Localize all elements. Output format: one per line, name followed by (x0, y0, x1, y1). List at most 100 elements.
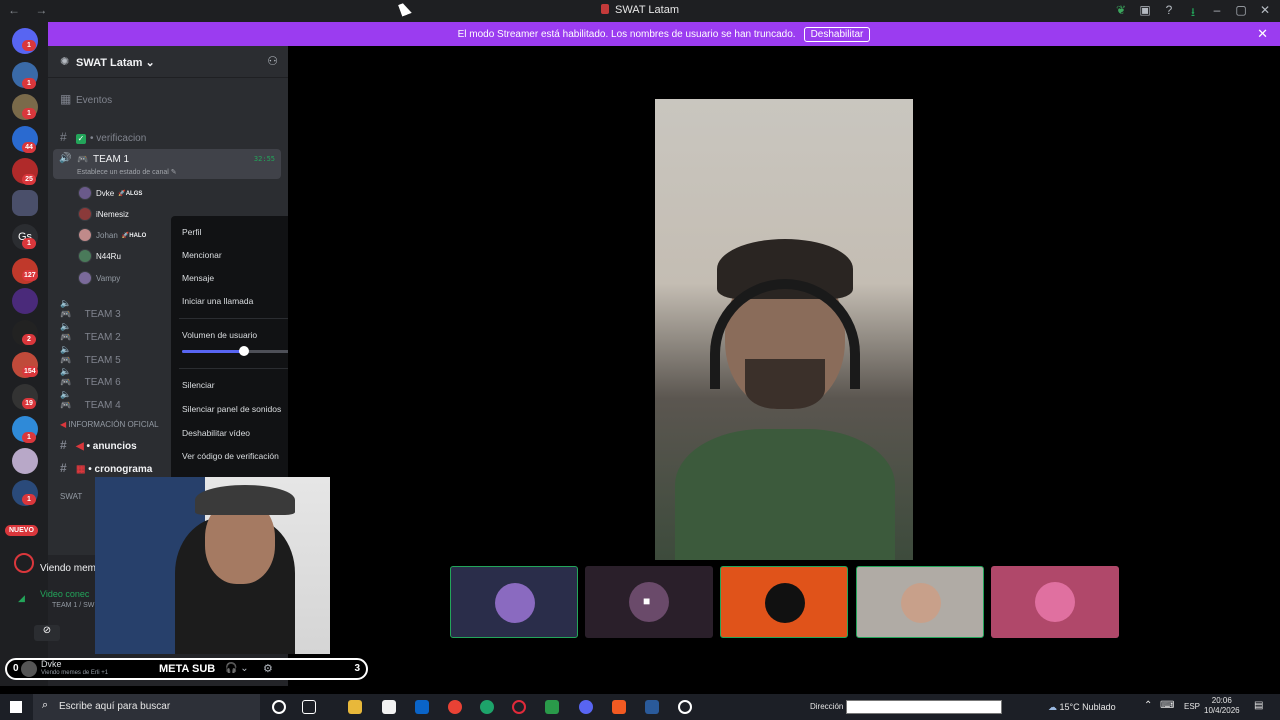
tray-chevron-icon[interactable]: ⌃ (1144, 700, 1152, 711)
voice-member[interactable]: iNemesiz (78, 207, 129, 221)
server-icon[interactable] (12, 288, 38, 314)
app-icon[interactable] (678, 700, 692, 714)
hash-icon: # (60, 130, 67, 144)
banner-close-icon[interactable]: ✕ (1257, 26, 1268, 42)
calendar-icon: ▦ (60, 92, 72, 106)
voice-member[interactable]: N44Ru (78, 249, 121, 263)
download-icon[interactable]: ⭳ (1186, 3, 1200, 24)
menu-item-mute[interactable]: Silenciar (182, 380, 215, 390)
menu-item-verify[interactable]: Ver código de verificación (182, 451, 279, 461)
signal-icon: ◢ (18, 593, 25, 603)
headset-icon[interactable]: 🎧 ⌄ (225, 663, 249, 674)
server-icon[interactable] (12, 448, 38, 474)
speaker-icon: 🔈 🎮 (60, 298, 72, 319)
main-video-feed[interactable] (655, 99, 913, 560)
screen-share-off-icon[interactable]: ⊘ (34, 625, 60, 641)
avatar (901, 583, 941, 623)
menu-item-profile[interactable]: Perfil (182, 227, 201, 237)
clock[interactable]: 20:06 10/4/2026 (1204, 696, 1240, 716)
steam-icon[interactable] (645, 700, 659, 714)
streamer-webcam (95, 477, 330, 654)
category-label: INFORMACIÓN OFICIAL (68, 420, 159, 429)
user-status: Viendo memes de Erli +1 (41, 670, 109, 676)
weather-widget[interactable]: ☁ 15°C Nublado (1048, 702, 1116, 713)
voice-connected-text[interactable]: Video conec (40, 589, 89, 599)
speaker-icon: 🔈 🎮 (60, 389, 72, 410)
category-info[interactable]: ◀ INFORMACIÓN OFICIAL (60, 420, 159, 429)
windows-start-icon[interactable] (10, 701, 22, 713)
voice-member[interactable]: Johan 🚀HALO (78, 228, 146, 242)
edge-icon[interactable] (480, 700, 494, 714)
voice-channel[interactable]: 🔈 🎮 TEAM 4 (60, 389, 121, 411)
close-icon[interactable]: ✕ (1258, 3, 1272, 24)
avatar (78, 207, 92, 221)
speaker-icon: 🔊 (59, 153, 72, 164)
server-header[interactable]: ✺ SWAT Latam ⌄ ⚇ (48, 46, 288, 78)
voice-channel[interactable]: 🔈 🎮 TEAM 5 (60, 344, 121, 366)
channel-label: • cronograma (88, 464, 153, 475)
store-icon[interactable] (382, 700, 396, 714)
channel-events[interactable]: ▦ Eventos (60, 92, 112, 106)
category-swat[interactable]: SWAT (60, 492, 82, 501)
volume-slider[interactable] (182, 346, 305, 356)
category-label: SWAT (60, 492, 83, 501)
channel-label: TEAM 3 (84, 309, 121, 320)
avatar (78, 228, 92, 242)
inbox-icon[interactable]: ▣ (1138, 3, 1152, 24)
activity-icon (14, 553, 34, 573)
username: Dvke (41, 659, 62, 669)
voice-channel[interactable]: 🔈 🎮 TEAM 3 (60, 298, 121, 320)
leaf-icon[interactable]: ❦ (1114, 3, 1128, 24)
keyboard-icon[interactable]: ⌨ (1160, 700, 1174, 711)
gear-icon[interactable]: ⚙ (263, 662, 273, 675)
menu-item-message[interactable]: Mensaje (182, 273, 214, 283)
avatar (495, 583, 535, 623)
menu-item-call[interactable]: Iniciar una llamada (182, 296, 253, 306)
language-indicator[interactable]: ESP (1184, 702, 1200, 711)
disable-button[interactable]: Deshabilitar (803, 26, 871, 42)
task-view-icon[interactable] (302, 700, 316, 714)
opera-icon[interactable] (512, 700, 526, 714)
menu-item-disable-video[interactable]: Deshabilitar vídeo (182, 428, 250, 438)
address-input[interactable] (846, 700, 1002, 714)
minimize-icon[interactable]: – (1210, 3, 1224, 24)
badge: 44 (22, 142, 36, 153)
explorer-icon[interactable] (348, 700, 362, 714)
channel-verificacion[interactable]: # ✓ • verificacion (60, 130, 146, 144)
outlook-icon[interactable] (415, 700, 429, 714)
channel-label: TEAM 4 (84, 400, 121, 411)
participant-tile[interactable] (991, 566, 1119, 638)
participant-tile[interactable] (450, 566, 578, 638)
voice-member[interactable]: Vampy (78, 271, 120, 285)
participant-tile[interactable] (856, 566, 984, 638)
channel-cronograma[interactable]: # ▦ • cronograma (60, 461, 152, 475)
help-icon[interactable]: ? (1162, 3, 1176, 24)
participant-tile[interactable]: ■ (585, 566, 713, 638)
voice-channel[interactable]: 🔈 🎮 TEAM 2 (60, 321, 121, 343)
server-icon[interactable] (12, 190, 38, 216)
app-icon[interactable] (545, 700, 559, 714)
voice-channel[interactable]: 🔈 🎮 TEAM 6 (60, 366, 121, 388)
meta-sub-overlay: 0 Dvke Viendo memes de Erli +1 META SUB … (5, 658, 368, 680)
invite-icon[interactable]: ⚇ (267, 54, 278, 68)
discord-icon[interactable] (579, 700, 593, 714)
brave-icon[interactable] (612, 700, 626, 714)
channel-anuncios[interactable]: # ◀ • anuncios (60, 438, 137, 452)
badge: 1 (22, 494, 36, 505)
badge: 25 (22, 174, 36, 185)
channel-status[interactable]: Establece un estado de canal ✎ (77, 168, 177, 176)
voice-channel-team1[interactable]: 🔊 🎮 TEAM 1 Establece un estado de canal … (53, 149, 281, 179)
taskbar-search[interactable]: ⌕ Escribe aquí para buscar (33, 694, 260, 720)
menu-item-mention[interactable]: Mencionar (182, 250, 222, 260)
cortana-icon[interactable] (272, 700, 286, 714)
volume-knob[interactable] (238, 346, 249, 356)
member-tag: 🚀HALO (121, 232, 147, 239)
windows-taskbar: ⌕ Escribe aquí para buscar Dirección ☁ 1… (0, 694, 1280, 720)
participant-tile[interactable] (720, 566, 848, 638)
menu-item-mute-soundboard[interactable]: Silenciar panel de sonidos (182, 404, 281, 414)
voice-member[interactable]: Dvke 🚀ALGS (78, 186, 142, 200)
notification-icon[interactable]: ▤ (1254, 700, 1263, 711)
maximize-icon[interactable]: ▢ (1234, 3, 1248, 24)
search-icon: ⌕ (42, 699, 49, 711)
chrome-icon[interactable] (448, 700, 462, 714)
